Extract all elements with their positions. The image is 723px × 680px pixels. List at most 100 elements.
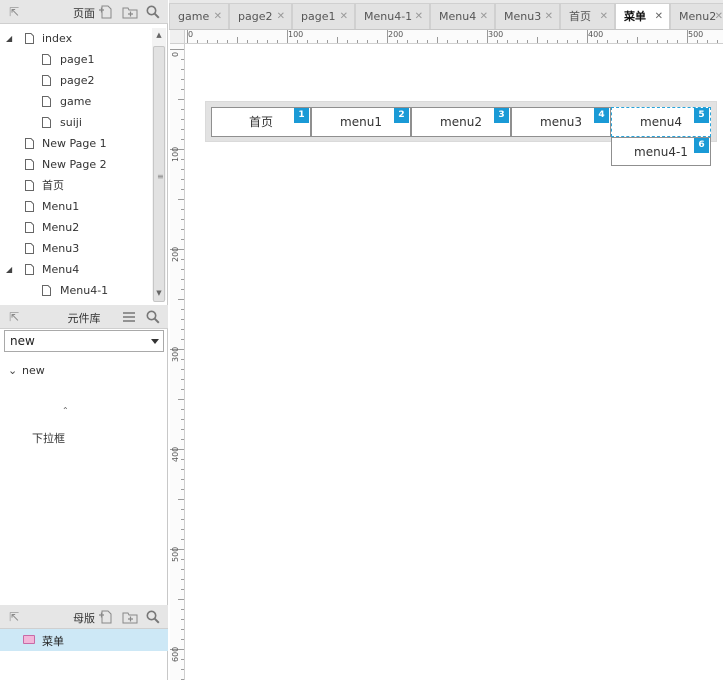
dropdown-widget-icon: ⌃	[62, 406, 69, 415]
ruler-label: 400	[171, 446, 180, 462]
close-icon[interactable]: ✕	[545, 4, 553, 29]
page-icon	[25, 264, 34, 275]
master-icon	[23, 635, 35, 644]
ruler-label: 200	[388, 30, 404, 39]
horizontal-ruler: 0 100 200 300 400 500	[185, 30, 723, 44]
design-canvas[interactable]: 首页 menu1 menu2 menu3 menu4 menu4-1 1 2 3…	[186, 45, 723, 680]
pages-scrollbar[interactable]: ▲ ≡ ▼	[152, 28, 166, 302]
ruler-label: 0	[171, 51, 180, 57]
page-icon	[42, 96, 51, 107]
master-item-label: 菜单	[42, 635, 64, 648]
tree-item-index[interactable]: ◢ index	[0, 28, 152, 49]
left-sidebar: ⇱ 页面 ◢ index page1 page2 game suiji New …	[0, 0, 168, 680]
expanded-triangle-icon[interactable]: ◢	[6, 259, 16, 280]
ruler-ticks	[170, 49, 184, 680]
tree-item-label: New Page 2	[42, 158, 107, 171]
chevron-down-icon[interactable]: ⌄	[8, 364, 22, 377]
library-widget-dropdown[interactable]: ⌃ 下拉框	[20, 400, 80, 450]
page-icon	[42, 54, 51, 65]
menu-item-label: menu1	[340, 115, 382, 129]
widget-number-badge: 2	[394, 108, 409, 123]
ruler-label: 400	[588, 30, 604, 39]
tree-item-page2[interactable]: page2	[0, 70, 152, 91]
masters-panel-header: ⇱ 母版	[0, 605, 168, 629]
menu-item-label: menu4	[640, 115, 682, 129]
tab-label: 菜单	[624, 10, 646, 23]
ruler-label: 100	[288, 30, 304, 39]
tab-label: Menu3	[504, 10, 542, 23]
tab-menu2[interactable]: Menu2 ✕	[670, 3, 723, 29]
menu-item-label: menu2	[440, 115, 482, 129]
library-select[interactable]: new	[4, 330, 164, 352]
page-icon	[25, 222, 34, 233]
tab-menu4[interactable]: Menu4 ✕	[430, 3, 495, 29]
tree-item-suiji[interactable]: suiji	[0, 112, 152, 133]
ruler-label: 300	[171, 346, 180, 362]
close-icon[interactable]: ✕	[480, 4, 488, 29]
close-icon[interactable]: ✕	[415, 4, 423, 29]
masters-panel-title: 母版	[73, 612, 95, 625]
close-icon[interactable]: ✕	[600, 4, 608, 29]
add-folder-icon[interactable]	[122, 4, 138, 20]
widget-number-badge: 6	[694, 138, 709, 153]
page-icon	[25, 180, 34, 191]
widget-number-badge: 5	[694, 108, 709, 123]
scrollbar-thumb[interactable]: ≡	[153, 46, 165, 302]
ruler-label: 200	[171, 246, 180, 262]
add-page-icon[interactable]	[98, 4, 114, 20]
ruler-label: 300	[488, 30, 504, 39]
tab-game[interactable]: game ✕	[169, 3, 229, 29]
tree-item-menu4-1[interactable]: Menu4-1	[0, 280, 152, 301]
tree-item-game[interactable]: game	[0, 91, 152, 112]
scroll-up-arrow-icon[interactable]: ▲	[152, 28, 166, 42]
tree-item-menu1[interactable]: Menu1	[0, 196, 152, 217]
menu-icon[interactable]	[121, 309, 137, 325]
tree-item-menu3[interactable]: Menu3	[0, 238, 152, 259]
widget-number-badge: 4	[594, 108, 609, 123]
master-item-menu[interactable]: 菜单	[0, 629, 168, 651]
close-icon[interactable]: ✕	[214, 4, 222, 29]
close-icon[interactable]: ✕	[655, 4, 663, 29]
tab-label: game	[178, 10, 210, 23]
tree-item-label: Menu3	[42, 242, 80, 255]
page-icon	[25, 138, 34, 149]
library-select-value: new	[10, 334, 35, 348]
pages-tree: ◢ index page1 page2 game suiji New Page …	[0, 26, 152, 302]
ruler-label: 100	[171, 146, 180, 162]
tree-item-new-page-1[interactable]: New Page 1	[0, 133, 152, 154]
tab-home[interactable]: 首页 ✕	[560, 3, 615, 29]
page-icon	[42, 75, 51, 86]
scroll-down-arrow-icon[interactable]: ▼	[152, 286, 166, 300]
tab-menu4-1[interactable]: Menu4-1 ✕	[355, 3, 430, 29]
tree-item-label: index	[42, 32, 73, 45]
add-folder-icon[interactable]	[122, 609, 138, 625]
tree-item-home[interactable]: 首页	[0, 175, 152, 196]
library-group-label: new	[22, 364, 45, 377]
tree-item-menu4[interactable]: ◢ Menu4	[0, 259, 152, 280]
tab-menu3[interactable]: Menu3 ✕	[495, 3, 560, 29]
tab-page1[interactable]: page1 ✕	[292, 3, 355, 29]
page-icon	[25, 243, 34, 254]
document-tabs: game ✕ page2 ✕ page1 ✕ Menu4-1 ✕ Menu4 ✕ Menu…	[169, 0, 723, 30]
close-icon[interactable]: ✕	[340, 4, 348, 29]
tree-item-label: page1	[60, 53, 95, 66]
close-icon[interactable]: ✕	[715, 4, 723, 29]
search-icon[interactable]	[145, 309, 161, 325]
tree-item-label: page2	[60, 74, 95, 87]
tree-item-label: Menu1	[42, 200, 80, 213]
tree-item-new-page-2[interactable]: New Page 2	[0, 154, 152, 175]
search-icon[interactable]	[145, 4, 161, 20]
expanded-triangle-icon[interactable]: ◢	[6, 28, 16, 49]
page-icon	[42, 117, 51, 128]
pages-panel-header: ⇱ 页面	[0, 0, 168, 24]
tab-page2[interactable]: page2 ✕	[229, 3, 292, 29]
grip-icon: ≡	[157, 172, 164, 181]
pages-panel-title: 页面	[73, 7, 95, 20]
close-icon[interactable]: ✕	[277, 4, 285, 29]
tree-item-page1[interactable]: page1	[0, 49, 152, 70]
search-icon[interactable]	[145, 609, 161, 625]
tree-item-menu2[interactable]: Menu2	[0, 217, 152, 238]
tab-menu-master[interactable]: 菜单 ✕	[615, 3, 670, 29]
add-master-icon[interactable]	[98, 609, 114, 625]
library-group-new[interactable]: ⌄ new	[8, 364, 45, 377]
